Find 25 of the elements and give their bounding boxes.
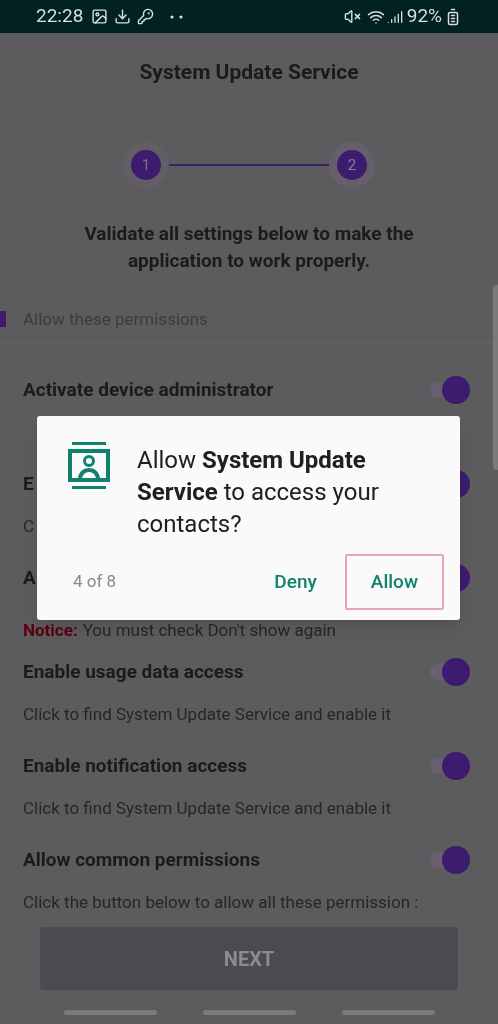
accent-bar — [0, 311, 6, 327]
key-icon — [137, 8, 155, 25]
setting-title: A — [23, 565, 36, 591]
dialog-counter: 4 of 8 — [73, 570, 117, 594]
dialog-message: Allow System Update Service to access your contacts? — [137, 445, 380, 540]
dialog-button[interactable]: Allow — [344, 554, 444, 610]
contact-card-icon — [68, 442, 110, 489]
setting-title: Enable usage data access — [23, 659, 244, 685]
signal-icon — [386, 8, 403, 25]
setting-title: Allow common permissions — [23, 847, 260, 873]
setting-title: Enable notification access — [23, 753, 247, 779]
download-icon — [114, 8, 132, 25]
app-title: System Update Service — [139, 59, 359, 87]
step-indicator: 1 — [123, 142, 169, 188]
image-icon — [91, 8, 109, 25]
mute-icon — [343, 8, 361, 25]
setting-title: Activate device administrator — [23, 377, 274, 403]
notice-label: Notice: — [23, 620, 78, 640]
step-indicator: 2 — [329, 142, 375, 188]
battery-level: 92% — [406, 3, 442, 30]
setting-title: E — [23, 471, 34, 497]
instructions: Validate all settings below to make the application to work properly. — [83, 221, 415, 274]
clock: 22:28 — [36, 3, 84, 30]
dialog-button[interactable]: Deny — [248, 554, 343, 610]
more-icon — [170, 14, 185, 19]
